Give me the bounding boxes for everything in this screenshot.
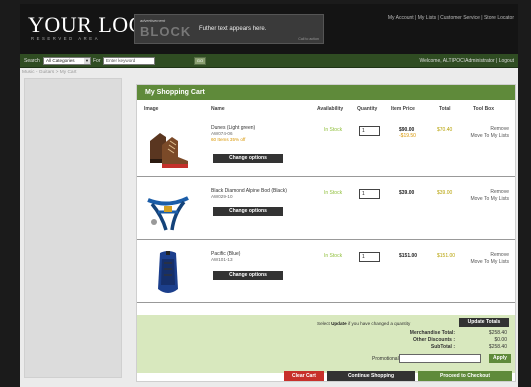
change-options-button[interactable]: Change options [213,271,283,280]
apply-promo-button[interactable]: Apply [489,354,511,363]
category-select[interactable]: All Categories ▼ [43,57,91,65]
cart-title: My Shopping Cart [137,85,515,100]
col-quantity: Quantity [357,106,378,112]
cart-summary: Select Update if you have changed a quan… [137,315,515,373]
col-item-price: Item Price [391,106,415,112]
ad-small-label: advertisement [140,18,166,23]
product-sku: AW074-06 [211,131,233,136]
site-header: YOUR LOGO RESERVED AREA advertisement BL… [20,4,518,54]
col-total: Total [439,106,451,112]
checkout-button[interactable]: Proceed to Checkout [418,371,512,381]
item-price: $151.00 [399,253,418,259]
other-discounts-label: Other Discounts : [413,337,455,343]
col-name: Name [211,106,225,112]
promo-code-input[interactable] [399,354,481,363]
other-discounts-value: $0.00 [494,337,507,343]
harness-product-image[interactable] [144,186,192,234]
keyword-input[interactable]: Enter keyword [103,57,155,65]
ad-big-label: BLOCK [140,24,192,39]
cart-table-header: Image Name Availability Quantity Item Pr… [137,102,515,114]
ad-call-to-action[interactable]: Call to action [298,37,319,41]
move-to-list-link[interactable]: Move To My Lists [470,196,509,203]
ad-text: Futher text appears here. [199,26,267,32]
move-to-list-link[interactable]: Move To My Lists [470,259,509,266]
availability: In Stock [324,253,343,259]
left-sidebar [24,78,122,378]
continue-shopping-button[interactable]: Continue Shopping [327,371,415,381]
subtotal-value: $258.40 [488,344,507,350]
tool-box: Remove Move To My Lists [470,189,509,202]
boots-product-image[interactable] [144,123,192,171]
change-options-button[interactable]: Change options [213,207,283,216]
quantity-input[interactable]: 1 [359,252,380,262]
update-totals-button[interactable]: Update Totals [459,318,509,327]
page: YOUR LOGO RESERVED AREA advertisement BL… [20,4,518,387]
change-options-button[interactable]: Change options [213,154,283,163]
quantity-input[interactable]: 1 [359,126,380,136]
merchandise-total-value: $258.40 [488,330,507,336]
product-sku: AW029-10 [211,194,233,199]
item-total: $151.00 [437,253,456,259]
search-bar: Search All Categories ▼ For Enter keywor… [20,54,518,68]
shopping-cart-panel: My Shopping Cart Image Name Availability… [136,84,516,382]
availability: In Stock [324,190,343,196]
cart-row: Black Diamond Alpine Bod (Black) AW029-1… [137,180,515,240]
col-image: Image [144,106,159,112]
for-label: For [93,58,101,64]
item-discount: -$19.50 [399,133,416,139]
subtotal-label: SubTotal : [430,344,455,350]
clear-cart-button[interactable]: Clear Cart [284,371,324,381]
item-total: $39.00 [437,190,453,196]
breadcrumb[interactable]: Music - Guitars > My Cart [22,70,77,75]
product-sale-note: 60 Items 35% off [211,137,246,142]
update-note: Select Update if you have changed a quan… [317,321,411,326]
merchandise-total-label: Merchandise Total: [409,330,455,336]
move-to-list-link[interactable]: Move To My Lists [470,133,509,140]
tool-box: Remove Move To My Lists [470,252,509,265]
cart-row: Dunes (Light green) AW074-06 60 Items 35… [137,117,515,177]
col-availability: Availability [317,106,344,112]
tool-box: Remove Move To My Lists [470,126,509,139]
search-go-button[interactable]: GO [194,57,206,65]
top-links[interactable]: My Account | My Lists | Customer Service… [388,15,514,21]
col-tool-box: Tool Box [473,106,495,112]
category-select-value: All Categories [46,58,75,63]
chevron-down-icon[interactable]: ▼ [84,58,90,64]
item-price: $39.00 [399,190,415,196]
quantity-input[interactable]: 1 [359,189,380,199]
search-label: Search [24,58,40,64]
backpack-product-image[interactable] [144,249,192,297]
availability: In Stock [324,127,343,133]
ad-banner[interactable]: advertisement BLOCK Futher text appears … [134,14,324,44]
product-sku: AW101-13 [211,257,233,262]
cart-row: Pacific (Blue) AW101-13 Change options I… [137,243,515,303]
item-total: $70.40 [437,127,453,133]
welcome-text[interactable]: Welcome, ALTIPOC\Administrator | Logout [420,58,515,64]
logo-subtitle: RESERVED AREA [31,36,101,41]
